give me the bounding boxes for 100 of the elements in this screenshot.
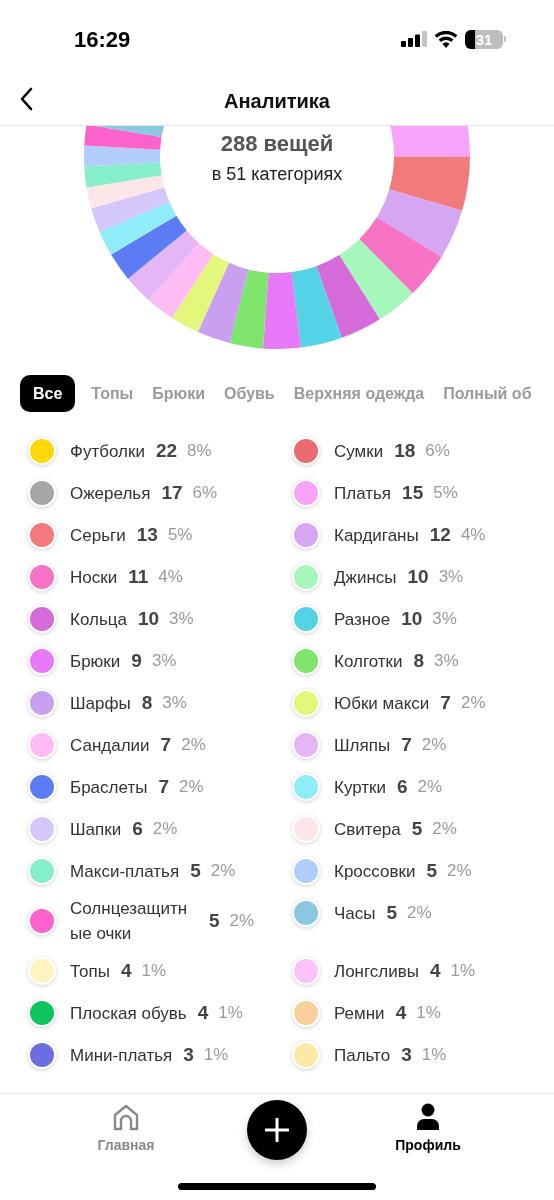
category-percent: 3% bbox=[162, 692, 187, 715]
category-tab[interactable]: Полный об bbox=[440, 375, 535, 412]
category-percent: 2% bbox=[447, 860, 472, 883]
category-percent: 2% bbox=[417, 776, 443, 799]
category-tab[interactable]: Обувь bbox=[221, 375, 278, 412]
category-name: Куртки bbox=[334, 776, 386, 799]
category-count: 10 bbox=[401, 606, 423, 631]
category-name: Шарфы bbox=[70, 692, 131, 715]
category-count: 5 bbox=[426, 858, 437, 883]
signal-icon bbox=[401, 31, 427, 47]
category-percent: 1% bbox=[203, 1044, 229, 1067]
category-count: 9 bbox=[131, 648, 142, 673]
category-percent: 1% bbox=[450, 960, 476, 983]
category-name: Кольца bbox=[70, 608, 127, 631]
category-count: 4 bbox=[430, 958, 441, 983]
category-percent: 5% bbox=[433, 482, 458, 505]
category-count: 7 bbox=[440, 690, 451, 715]
category-count: 6 bbox=[397, 774, 408, 799]
category-tab[interactable]: Верхняя одежда bbox=[290, 375, 428, 412]
category-name: Топы bbox=[70, 960, 110, 983]
screen-title: Аналитика bbox=[224, 88, 330, 114]
plus-icon bbox=[265, 1118, 289, 1142]
category-name: Футболки bbox=[70, 440, 145, 463]
category-count: 3 bbox=[401, 1042, 412, 1067]
nav-tab[interactable]: Профиль bbox=[388, 1100, 468, 1156]
category-percent: 1% bbox=[141, 960, 167, 983]
category-percent: 1% bbox=[421, 1044, 447, 1067]
status-time: 16:29 bbox=[74, 25, 131, 54]
category-name: Шапки bbox=[70, 818, 122, 841]
category-name: Платья bbox=[334, 482, 392, 505]
category-name: Ожерелья bbox=[70, 482, 151, 505]
category-percent: 3% bbox=[432, 608, 457, 631]
category-count: 10 bbox=[137, 606, 160, 631]
category-name: Макси-платья bbox=[70, 860, 180, 883]
home-icon bbox=[112, 1103, 140, 1131]
category-count: 17 bbox=[161, 480, 183, 505]
category-name: Браслеты bbox=[70, 776, 148, 799]
category-count: 6 bbox=[132, 816, 143, 841]
category-tab[interactable]: Брюки bbox=[149, 375, 208, 412]
category-tab[interactable]: Все bbox=[20, 375, 76, 412]
category-name: Часы bbox=[334, 902, 376, 925]
category-count: 15 bbox=[402, 480, 424, 505]
category-percent: 3% bbox=[434, 650, 459, 673]
person-icon bbox=[416, 1103, 440, 1131]
category-count: 4 bbox=[395, 1000, 407, 1025]
category-percent: 3% bbox=[169, 608, 194, 631]
category-name: Брюки bbox=[70, 650, 121, 673]
category-count: 18 bbox=[394, 438, 416, 463]
category-name: Сандалии bbox=[70, 734, 150, 757]
category-name: Плоская обувь bbox=[70, 1002, 187, 1025]
category-name: Ремни bbox=[334, 1002, 385, 1025]
category-percent: 3% bbox=[438, 566, 464, 589]
category-percent: 2% bbox=[407, 902, 432, 925]
category-name: Мини-платья bbox=[70, 1044, 173, 1067]
category-count: 22 bbox=[155, 438, 178, 463]
nav-tab[interactable]: Главная bbox=[86, 1100, 166, 1156]
category-count: 7 bbox=[401, 732, 412, 757]
category-name: Серьги bbox=[70, 524, 126, 547]
category-name: Джинсы bbox=[334, 566, 397, 589]
category-name: Пальто bbox=[334, 1044, 391, 1067]
category-count: 5 bbox=[190, 858, 201, 883]
category-percent: 1% bbox=[416, 1002, 441, 1025]
back-icon bbox=[19, 87, 33, 111]
category-name: Лонгсливы bbox=[334, 960, 419, 983]
wifi-icon bbox=[434, 30, 458, 48]
category-name: Носки bbox=[70, 566, 118, 589]
category-count: 10 bbox=[407, 564, 429, 589]
category-count: 7 bbox=[158, 774, 169, 799]
category-percent: 5% bbox=[167, 524, 193, 547]
category-percent: 2% bbox=[229, 910, 255, 933]
category-count: 8 bbox=[141, 690, 153, 715]
category-name: Кроссовки bbox=[334, 860, 416, 883]
category-percent: 2% bbox=[181, 734, 206, 757]
category-percent: 2% bbox=[152, 818, 178, 841]
category-name: Свитера bbox=[334, 818, 401, 841]
category-percent: 2% bbox=[178, 776, 204, 799]
category-percent: 1% bbox=[218, 1002, 243, 1025]
category-percent: 6% bbox=[192, 482, 218, 505]
category-percent: 2% bbox=[210, 860, 236, 883]
battery-level: 31 bbox=[475, 31, 493, 47]
category-count: 11 bbox=[128, 564, 149, 589]
category-name: Шляпы bbox=[334, 734, 391, 757]
category-count: 5 bbox=[386, 900, 398, 925]
category-percent: 2% bbox=[421, 734, 447, 757]
category-name: Колготки bbox=[334, 650, 403, 673]
category-percent: 8% bbox=[187, 440, 212, 463]
category-name: Солнцезащитные очки bbox=[70, 898, 189, 945]
category-count: 13 bbox=[136, 522, 158, 547]
category-name: Сумки bbox=[334, 440, 384, 463]
category-count: 7 bbox=[160, 732, 172, 757]
category-tab[interactable]: Топы bbox=[88, 375, 137, 412]
category-count: 5 bbox=[209, 908, 220, 933]
category-percent: 2% bbox=[432, 818, 457, 841]
category-count: 8 bbox=[413, 648, 425, 673]
category-name: Юбки макси bbox=[334, 692, 430, 715]
category-name: Кардиганы bbox=[334, 524, 419, 547]
category-count: 4 bbox=[120, 958, 132, 983]
category-percent: 4% bbox=[158, 566, 183, 589]
category-percent: 3% bbox=[151, 650, 177, 673]
add-button[interactable] bbox=[247, 1100, 307, 1160]
